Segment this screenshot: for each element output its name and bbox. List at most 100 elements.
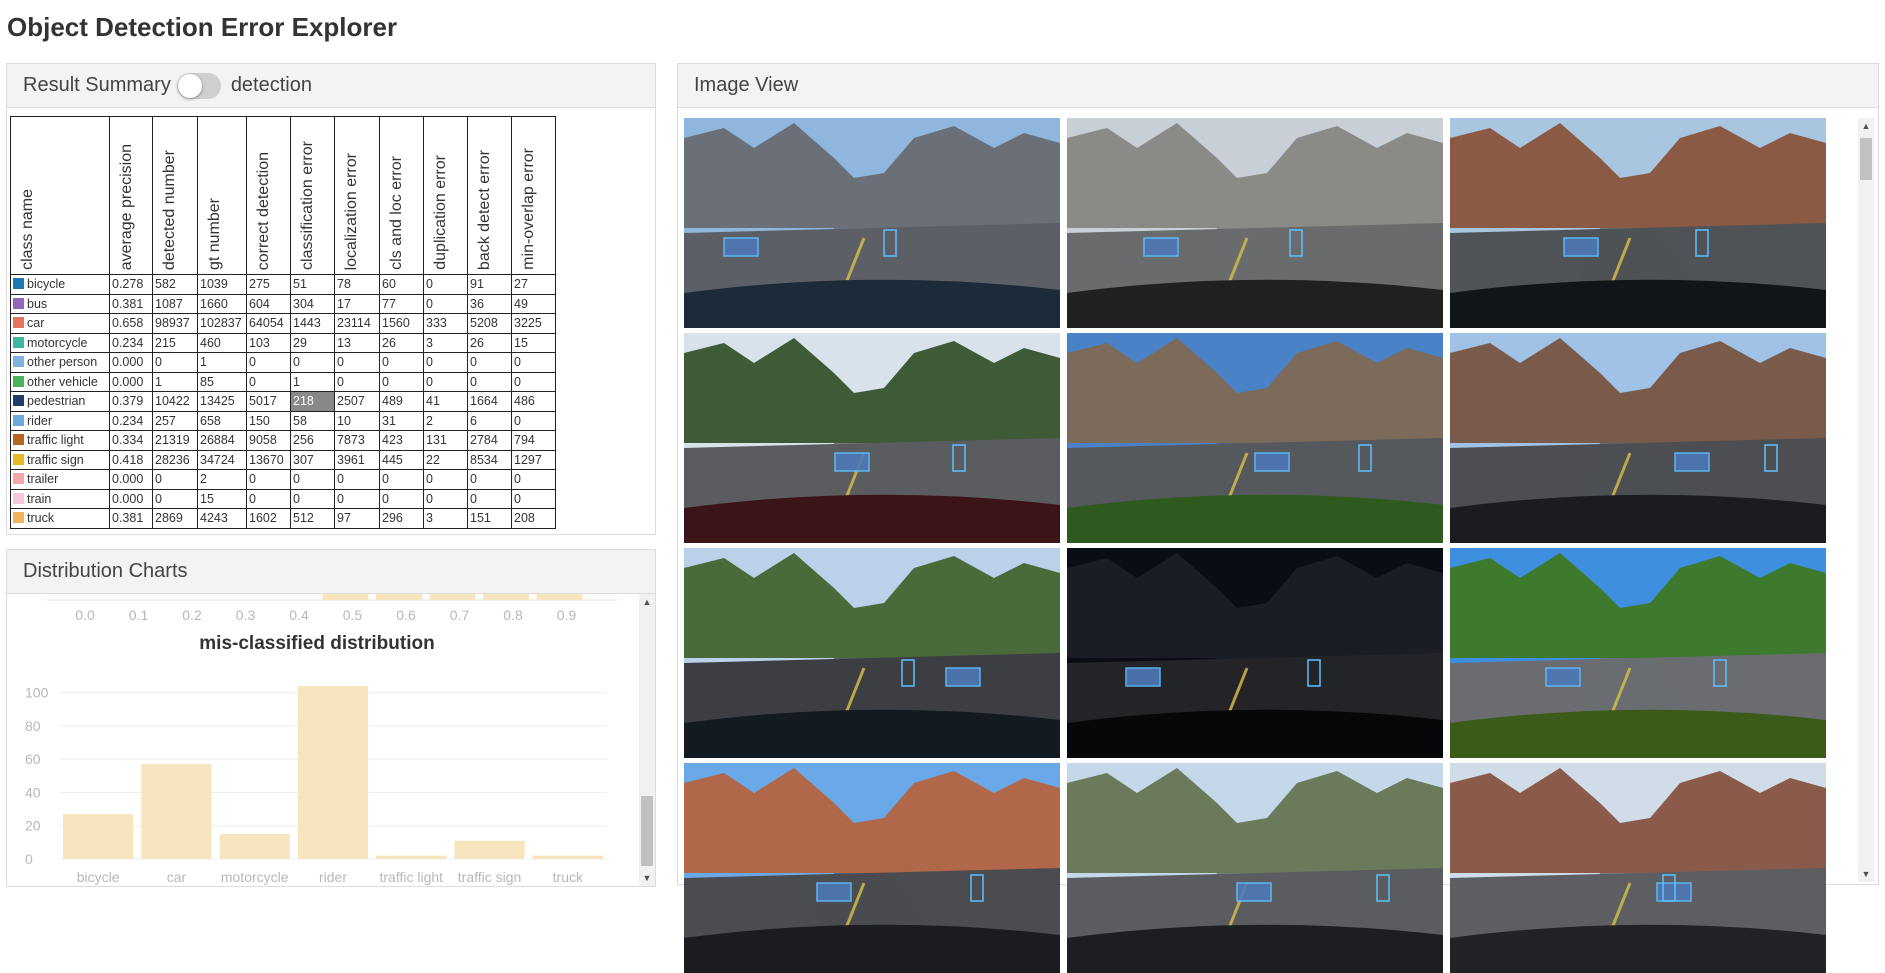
class-name-cell[interactable]: motorcycle xyxy=(10,332,110,353)
column-header[interactable]: cls and loc error xyxy=(379,116,424,275)
table-cell[interactable]: 78 xyxy=(334,274,380,295)
table-cell[interactable]: 0 xyxy=(511,371,556,392)
column-header[interactable]: classification error xyxy=(290,116,335,275)
table-cell[interactable]: 31 xyxy=(379,410,424,431)
image-thumbnail[interactable] xyxy=(684,118,1060,328)
table-cell[interactable]: 5017 xyxy=(246,391,291,412)
table-cell[interactable]: 1 xyxy=(290,371,335,392)
table-cell[interactable]: 0 xyxy=(152,352,198,373)
table-cell[interactable]: 0 xyxy=(246,371,291,392)
class-name-cell[interactable]: traffic sign xyxy=(10,449,110,470)
table-cell[interactable]: 97 xyxy=(334,508,380,529)
table-row[interactable]: trailer 0.000 0 2 0 0 0 0 0 0 0 xyxy=(10,469,556,490)
column-header[interactable]: localization error xyxy=(334,116,380,275)
class-name-cell[interactable]: pedestrian xyxy=(10,391,110,412)
table-cell[interactable]: 0.234 xyxy=(109,332,153,353)
table-cell[interactable]: 0 xyxy=(152,469,198,490)
table-cell[interactable]: 60 xyxy=(379,274,424,295)
table-cell[interactable]: 21319 xyxy=(152,430,198,451)
table-cell[interactable]: 0.379 xyxy=(109,391,153,412)
column-header[interactable]: duplication error xyxy=(423,116,468,275)
table-cell[interactable]: 26 xyxy=(467,332,512,353)
table-cell[interactable]: 41 xyxy=(423,391,468,412)
table-cell[interactable]: 0 xyxy=(467,352,512,373)
table-cell[interactable]: 15 xyxy=(197,488,247,509)
class-name-cell[interactable]: other person xyxy=(10,352,110,373)
table-cell[interactable]: 658 xyxy=(197,410,247,431)
table-cell[interactable]: 8534 xyxy=(467,449,512,470)
class-name-cell[interactable]: other vehicle xyxy=(10,371,110,392)
table-cell[interactable]: 604 xyxy=(246,293,291,314)
table-cell[interactable]: 29 xyxy=(290,332,335,353)
table-cell[interactable]: 151 xyxy=(467,508,512,529)
table-cell[interactable]: 489 xyxy=(379,391,424,412)
table-cell[interactable]: 0 xyxy=(246,469,291,490)
table-cell[interactable]: 0 xyxy=(511,410,556,431)
class-name-cell[interactable]: rider xyxy=(10,410,110,431)
table-cell[interactable]: 0 xyxy=(423,469,468,490)
table-cell[interactable]: 0 xyxy=(334,352,380,373)
table-cell[interactable]: 307 xyxy=(290,449,335,470)
table-cell[interactable]: 0 xyxy=(290,469,335,490)
class-name-cell[interactable]: traffic light xyxy=(10,430,110,451)
table-cell[interactable]: 3 xyxy=(423,332,468,353)
class-name-cell[interactable]: truck xyxy=(10,508,110,529)
table-cell[interactable]: 218 xyxy=(290,391,335,412)
image-thumbnail[interactable] xyxy=(1067,763,1443,973)
table-cell[interactable]: 23114 xyxy=(334,313,380,334)
column-header[interactable]: average precision xyxy=(109,116,153,275)
table-row[interactable]: traffic light 0.334 21319 26884 9058 256 7873 4… xyxy=(10,430,556,451)
table-cell[interactable]: 0.000 xyxy=(109,469,153,490)
table-cell[interactable]: 150 xyxy=(246,410,291,431)
table-cell[interactable]: 0 xyxy=(246,352,291,373)
table-cell[interactable]: 0 xyxy=(511,469,556,490)
image-thumbnail[interactable] xyxy=(1450,333,1826,543)
table-cell[interactable]: 49 xyxy=(511,293,556,314)
table-row[interactable]: pedestrian 0.379 10422 13425 5017 218 2507 489 4… xyxy=(10,391,556,412)
table-cell[interactable]: 36 xyxy=(467,293,512,314)
class-name-cell[interactable]: bicycle xyxy=(10,274,110,295)
table-cell[interactable]: 1660 xyxy=(197,293,247,314)
table-cell[interactable]: 582 xyxy=(152,274,198,295)
table-cell[interactable]: 0.381 xyxy=(109,508,153,529)
table-cell[interactable]: 1 xyxy=(152,371,198,392)
table-cell[interactable]: 3225 xyxy=(511,313,556,334)
image-thumbnail[interactable] xyxy=(1067,118,1443,328)
table-cell[interactable]: 257 xyxy=(152,410,198,431)
table-cell[interactable]: 296 xyxy=(379,508,424,529)
table-cell[interactable]: 0.234 xyxy=(109,410,153,431)
table-cell[interactable]: 4243 xyxy=(197,508,247,529)
table-cell[interactable]: 2507 xyxy=(334,391,380,412)
table-cell[interactable]: 0 xyxy=(423,488,468,509)
table-row[interactable]: other vehicle 0.000 1 85 0 1 0 0 0 0 0 xyxy=(10,371,556,392)
image-scrollbar-thumb[interactable] xyxy=(1860,138,1872,180)
mode-toggle[interactable] xyxy=(176,72,221,99)
table-cell[interactable]: 0 xyxy=(423,293,468,314)
column-header[interactable]: correct detection xyxy=(246,116,291,275)
column-header[interactable]: gt number xyxy=(197,116,247,275)
table-cell[interactable]: 215 xyxy=(152,332,198,353)
table-cell[interactable]: 26 xyxy=(379,332,424,353)
table-cell[interactable]: 98937 xyxy=(152,313,198,334)
table-cell[interactable]: 5208 xyxy=(467,313,512,334)
table-row[interactable]: rider 0.234 257 658 150 58 10 31 2 6 0 xyxy=(10,410,556,431)
image-thumbnail[interactable] xyxy=(1450,548,1826,758)
table-cell[interactable]: 13425 xyxy=(197,391,247,412)
table-cell[interactable]: 1664 xyxy=(467,391,512,412)
table-cell[interactable]: 17 xyxy=(334,293,380,314)
table-cell[interactable]: 10 xyxy=(334,410,380,431)
table-cell[interactable]: 3961 xyxy=(334,449,380,470)
table-row[interactable]: bicycle 0.278 582 1039 275 51 78 60 0 91 27 xyxy=(10,274,556,295)
class-name-cell[interactable]: train xyxy=(10,488,110,509)
table-cell[interactable]: 26884 xyxy=(197,430,247,451)
table-cell[interactable]: 0 xyxy=(467,488,512,509)
table-cell[interactable]: 9058 xyxy=(246,430,291,451)
table-cell[interactable]: 486 xyxy=(511,391,556,412)
table-cell[interactable]: 0.334 xyxy=(109,430,153,451)
table-cell[interactable]: 0 xyxy=(467,469,512,490)
image-thumbnail[interactable] xyxy=(1450,763,1826,973)
table-row[interactable]: motorcycle 0.234 215 460 103 29 13 26 3 26 15 xyxy=(10,332,556,353)
table-cell[interactable]: 34724 xyxy=(197,449,247,470)
table-cell[interactable]: 512 xyxy=(290,508,335,529)
table-cell[interactable]: 794 xyxy=(511,430,556,451)
